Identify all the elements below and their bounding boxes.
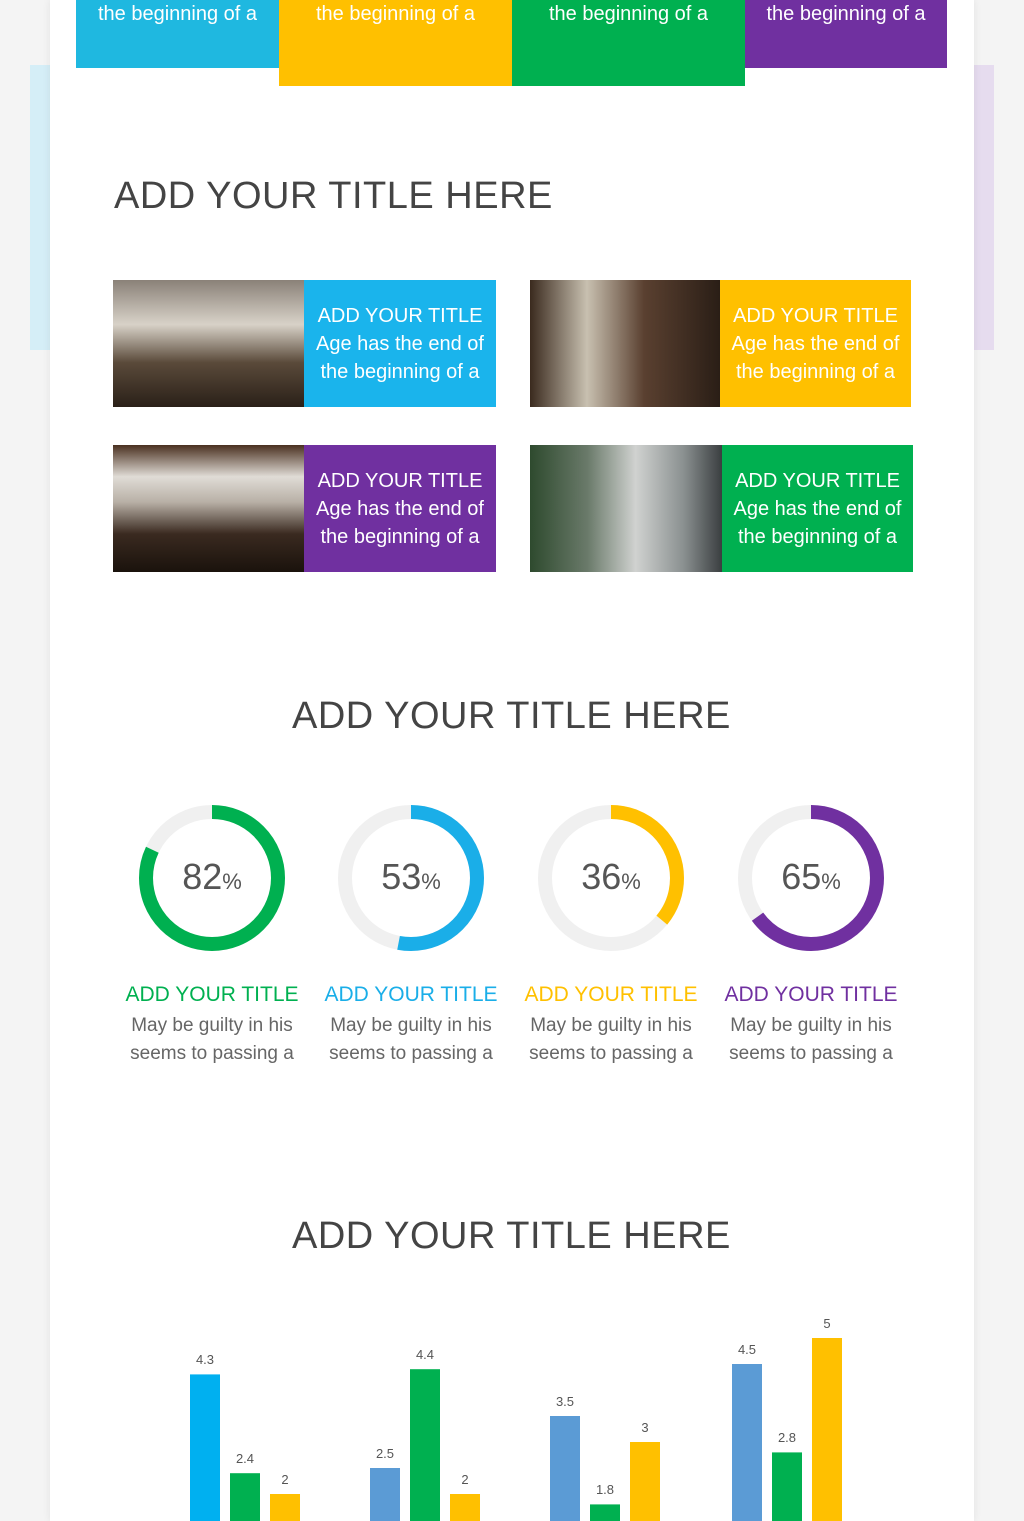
bar-chart <box>190 1338 842 1521</box>
bar <box>450 1494 480 1521</box>
bar-data-label: 5 <box>823 1316 831 1331</box>
bar <box>812 1338 842 1521</box>
bar-data-label: 3.5 <box>555 1394 575 1409</box>
bar <box>550 1416 580 1521</box>
bar-data-label: 1.8 <box>595 1482 615 1498</box>
bar <box>410 1369 440 1521</box>
bar-data-label: 2.5 <box>375 1446 395 1461</box>
bar <box>732 1364 762 1521</box>
bar <box>370 1468 400 1521</box>
bar-data-label: 2.8 <box>777 1430 797 1446</box>
bar-data-label: 3 <box>641 1420 649 1435</box>
bar <box>230 1473 260 1521</box>
bar-data-label: 2 <box>281 1472 289 1487</box>
bar-data-label: 2 <box>461 1472 469 1487</box>
bar-data-label: 4.3 <box>195 1352 215 1368</box>
bar <box>270 1494 300 1521</box>
bar-data-label: 4.4 <box>415 1347 435 1363</box>
bar <box>190 1374 220 1521</box>
bar-data-label: 2.4 <box>235 1451 255 1467</box>
bar <box>590 1504 620 1521</box>
bar-data-label: 4.5 <box>737 1342 757 1357</box>
bar <box>772 1452 802 1521</box>
bar <box>630 1442 660 1521</box>
